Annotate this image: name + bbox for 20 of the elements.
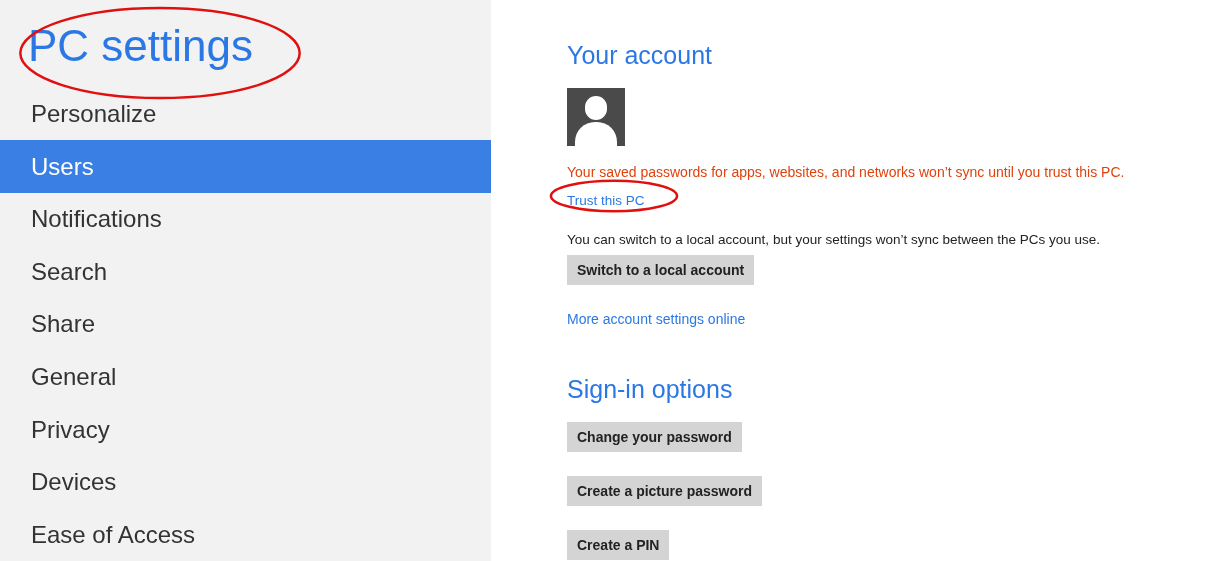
info-text: You can switch to a local account, but your settings won’t sync between the PCs you use. <box>567 231 1101 249</box>
nav-item[interactable]: Personalize <box>0 87 491 141</box>
nav-item[interactable]: Privacy <box>0 403 491 456</box>
nav-item[interactable]: Notifications <box>0 192 491 246</box>
nav-item[interactable]: Users <box>0 140 491 193</box>
nav-item[interactable]: Ease of Access <box>0 508 491 561</box>
warning-message: Your saved passwords for apps, websites, and networks won’t sync until you trust this PC. <box>567 163 1125 182</box>
page-title: PC settings <box>28 21 253 70</box>
sign-in-option-button[interactable]: Change your password <box>567 422 742 452</box>
nav-item[interactable]: Devices <box>0 455 491 509</box>
sign-in-option-button[interactable]: Create a picture password <box>567 476 763 506</box>
account-settings-link[interactable]: More account settings online <box>567 310 746 328</box>
section-heading: Sign-in options <box>567 374 733 405</box>
nav-item[interactable]: Share <box>0 298 491 351</box>
nav-item[interactable]: Search <box>0 245 491 299</box>
avatar-icon <box>567 88 625 146</box>
nav-item[interactable]: General <box>0 350 491 404</box>
section-heading: Your account <box>567 40 713 71</box>
switch-account-button[interactable]: Switch to a local account <box>567 255 755 285</box>
sign-in-option-button[interactable]: Create a PIN <box>567 530 670 560</box>
